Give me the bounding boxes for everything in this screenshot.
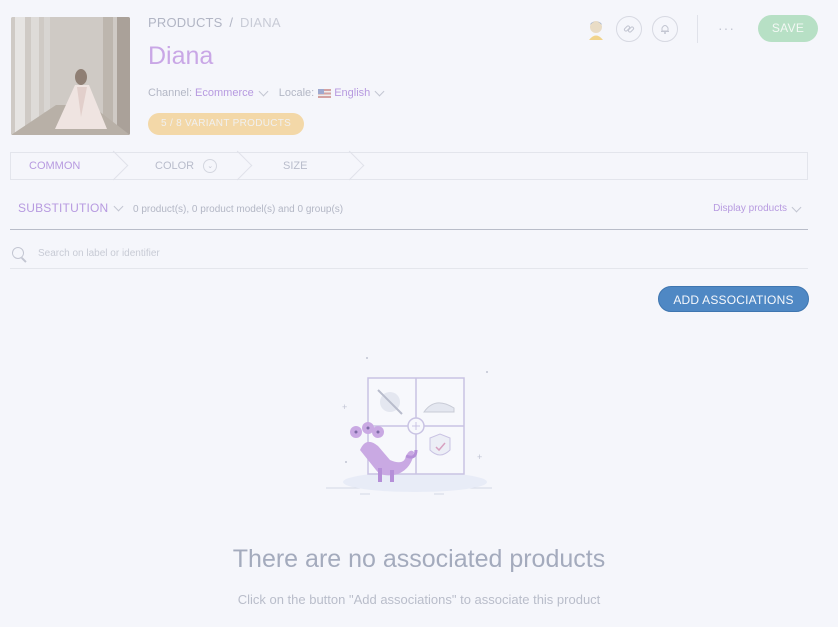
more-actions-button[interactable]: ··· — [718, 20, 735, 36]
empty-state-title: There are no associated products — [232, 545, 606, 573]
svg-text:+: + — [342, 402, 347, 412]
header-actions — [583, 15, 678, 43]
tab-color[interactable]: COLOR ⌄ — [129, 150, 257, 181]
locale-selector[interactable]: English — [334, 87, 370, 99]
tab-arrow — [222, 150, 253, 181]
association-type-selector[interactable]: SUBSTITUTION — [18, 201, 134, 215]
search-bar — [10, 238, 808, 269]
empty-state-illustration: + + — [320, 350, 500, 500]
channel-selector[interactable]: Ecommerce — [195, 87, 254, 99]
chevron-down-icon[interactable] — [258, 86, 269, 97]
notifications-button[interactable] — [652, 16, 678, 42]
chevron-down-icon[interactable]: ⌄ — [203, 159, 218, 173]
association-count: 0 product(s), 0 product model(s) and 0 g… — [133, 204, 344, 215]
us-flag-icon — [318, 88, 332, 98]
product-image[interactable] — [11, 17, 130, 135]
product-photo — [11, 17, 130, 135]
channel-label: Channel: — [148, 87, 193, 99]
variant-products-badge[interactable]: 5 / 8 VARIANT PRODUCTS — [148, 113, 305, 135]
tab-size[interactable]: SIZE — [257, 150, 393, 181]
chevron-down-icon — [791, 202, 802, 212]
breadcrumb: PRODUCTS / DIANA — [148, 15, 281, 30]
header-divider — [697, 15, 698, 43]
link-button[interactable] — [616, 16, 642, 42]
svg-text:+: + — [477, 452, 482, 462]
empty-state-subtitle: Click on the button "Add associations" t… — [237, 592, 601, 607]
association-type-bar: SUBSTITUTION 0 product(s), 0 product mod… — [10, 192, 808, 230]
save-button[interactable]: SAVE — [758, 15, 818, 42]
association-type-label: SUBSTITUTION — [18, 201, 109, 215]
tab-common[interactable]: COMMON — [11, 150, 129, 181]
add-associations-button[interactable]: ADD ASSOCIATIONS — [658, 286, 809, 312]
display-products-selector[interactable]: Display products — [713, 202, 802, 214]
bell-icon — [661, 25, 669, 34]
tab-color-label: COLOR — [155, 160, 195, 172]
search-input[interactable] — [36, 246, 440, 260]
page-title: Diana — [148, 42, 214, 70]
breadcrumb-separator: / — [229, 15, 234, 30]
context-switchers: Channel: Ecommerce Locale: English — [148, 86, 395, 99]
breadcrumb-products[interactable]: PRODUCTS — [148, 15, 223, 30]
user-avatar-icon[interactable] — [583, 16, 609, 42]
link-icon — [623, 25, 635, 33]
variant-navigation: COMMON COLOR ⌄ SIZE — [10, 150, 808, 181]
display-products-label: Display products — [713, 203, 787, 214]
tab-arrow — [98, 150, 129, 181]
tab-size-label: SIZE — [283, 160, 308, 172]
breadcrumb-current: DIANA — [240, 15, 281, 30]
tab-arrow — [334, 150, 365, 181]
tab-common-label: COMMON — [29, 160, 81, 172]
locale-label: Locale: — [278, 87, 315, 99]
chevron-down-icon[interactable] — [374, 86, 385, 97]
chevron-down-icon — [113, 201, 124, 212]
search-icon — [12, 247, 24, 259]
